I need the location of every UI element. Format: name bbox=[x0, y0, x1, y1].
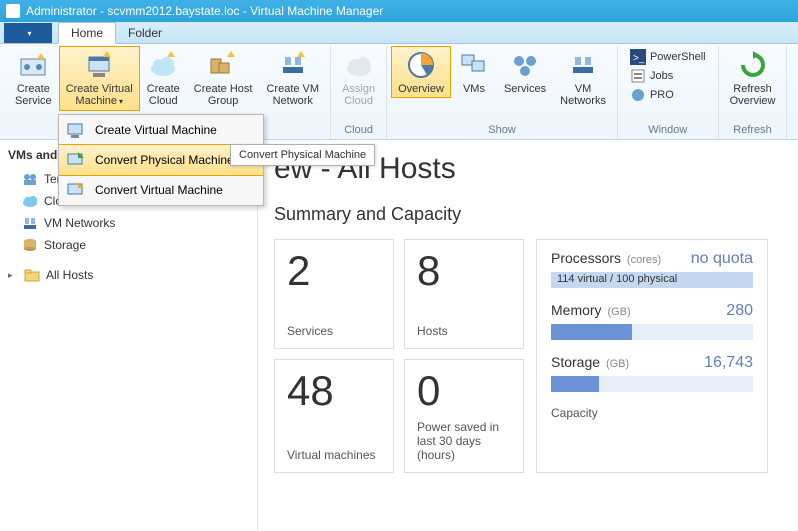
create-service-button[interactable]: Create Service bbox=[8, 46, 59, 110]
main-panel: ew - All Hosts Summary and Capacity 2 Se… bbox=[258, 140, 798, 531]
overview-button[interactable]: Overview bbox=[391, 46, 451, 98]
chevron-down-icon: ▾ bbox=[119, 97, 123, 106]
card-vms: 48 Virtual machines bbox=[274, 359, 394, 473]
ribbon-group-refresh: Refresh Overview Refresh bbox=[719, 46, 788, 139]
sidebar-item-vmnetworks[interactable]: VM Networks bbox=[4, 212, 253, 234]
vm-icon bbox=[83, 49, 115, 81]
pro-button[interactable]: PRO bbox=[626, 86, 710, 104]
jobs-button[interactable]: Jobs bbox=[626, 67, 710, 85]
tab-strip: Home Folder bbox=[0, 22, 798, 44]
services-button[interactable]: Services bbox=[497, 46, 553, 98]
tooltip: Convert Physical Machine bbox=[230, 144, 375, 166]
svg-text:>_: >_ bbox=[633, 53, 645, 64]
overview-icon bbox=[405, 49, 437, 81]
service-icon bbox=[17, 49, 49, 81]
cap-processors: Processors (cores)no quota 114 virtual /… bbox=[551, 250, 753, 288]
refresh-icon bbox=[737, 49, 769, 81]
ribbon-group-window: >_PowerShell Jobs PRO Window bbox=[618, 46, 719, 139]
storage-icon bbox=[22, 237, 38, 253]
vmnetworks-show-icon bbox=[567, 49, 599, 81]
jobs-icon bbox=[630, 68, 646, 84]
vmnetworks-button[interactable]: VM Networks bbox=[553, 46, 613, 110]
create-vmnetwork-button[interactable]: Create VM Network bbox=[259, 46, 326, 110]
ribbon: Create Service Create Virtual Machine▾ C… bbox=[0, 44, 798, 140]
powershell-icon: >_ bbox=[630, 49, 646, 65]
cloud-icon bbox=[22, 193, 38, 209]
sidebar-item-storage[interactable]: Storage bbox=[4, 234, 253, 256]
assign-cloud-button[interactable]: Assign Cloud bbox=[335, 46, 382, 110]
card-power: 0 Power saved in last 30 days (hours) bbox=[404, 359, 524, 473]
powershell-button[interactable]: >_PowerShell bbox=[626, 48, 710, 66]
dd-convert-vm[interactable]: Convert Virtual Machine bbox=[59, 175, 263, 205]
title-bar: Administrator - scvmm2012.baystate.loc -… bbox=[0, 0, 798, 22]
vmnet-icon bbox=[22, 215, 38, 231]
services-icon bbox=[509, 49, 541, 81]
card-hosts: 8 Hosts bbox=[404, 239, 524, 349]
create-hostgroup-button[interactable]: Create Host Group bbox=[187, 46, 260, 110]
pro-icon bbox=[630, 87, 646, 103]
ribbon-group-show: Overview VMs Services VM Networks Show bbox=[387, 46, 618, 139]
create-vm-button[interactable]: Create Virtual Machine▾ bbox=[59, 46, 140, 111]
tenants-icon bbox=[22, 171, 38, 187]
file-menu[interactable] bbox=[4, 23, 52, 43]
expand-arrow-icon[interactable]: ▸ bbox=[8, 270, 18, 281]
folder-icon bbox=[24, 267, 40, 283]
vms-button[interactable]: VMs bbox=[451, 46, 497, 98]
window-title: Administrator - scvmm2012.baystate.loc -… bbox=[26, 4, 383, 18]
vmnetwork-icon bbox=[277, 49, 309, 81]
ribbon-group-cloud: Assign Cloud Cloud bbox=[331, 46, 387, 139]
capacity-panel: Processors (cores)no quota 114 virtual /… bbox=[536, 239, 768, 473]
assign-cloud-icon bbox=[343, 49, 375, 81]
cap-storage: Storage (GB)16,743 bbox=[551, 354, 753, 392]
tab-home[interactable]: Home bbox=[58, 22, 116, 44]
convert-vm-icon bbox=[65, 179, 87, 201]
hostgroup-icon bbox=[207, 49, 239, 81]
cloud-icon bbox=[147, 49, 179, 81]
sidebar-item-allhosts[interactable]: ▸ All Hosts bbox=[4, 264, 253, 286]
convert-physical-icon bbox=[65, 149, 87, 171]
tab-folder[interactable]: Folder bbox=[116, 23, 174, 43]
dd-create-vm[interactable]: Create Virtual Machine bbox=[59, 115, 263, 145]
section-title: Summary and Capacity bbox=[274, 204, 782, 225]
app-icon bbox=[6, 4, 20, 18]
card-services: 2 Services bbox=[274, 239, 394, 349]
vms-icon bbox=[458, 49, 490, 81]
create-cloud-button[interactable]: Create Cloud bbox=[140, 46, 187, 110]
cap-memory: Memory (GB)280 bbox=[551, 302, 753, 340]
vm-icon bbox=[65, 119, 87, 141]
refresh-overview-button[interactable]: Refresh Overview bbox=[723, 46, 783, 110]
